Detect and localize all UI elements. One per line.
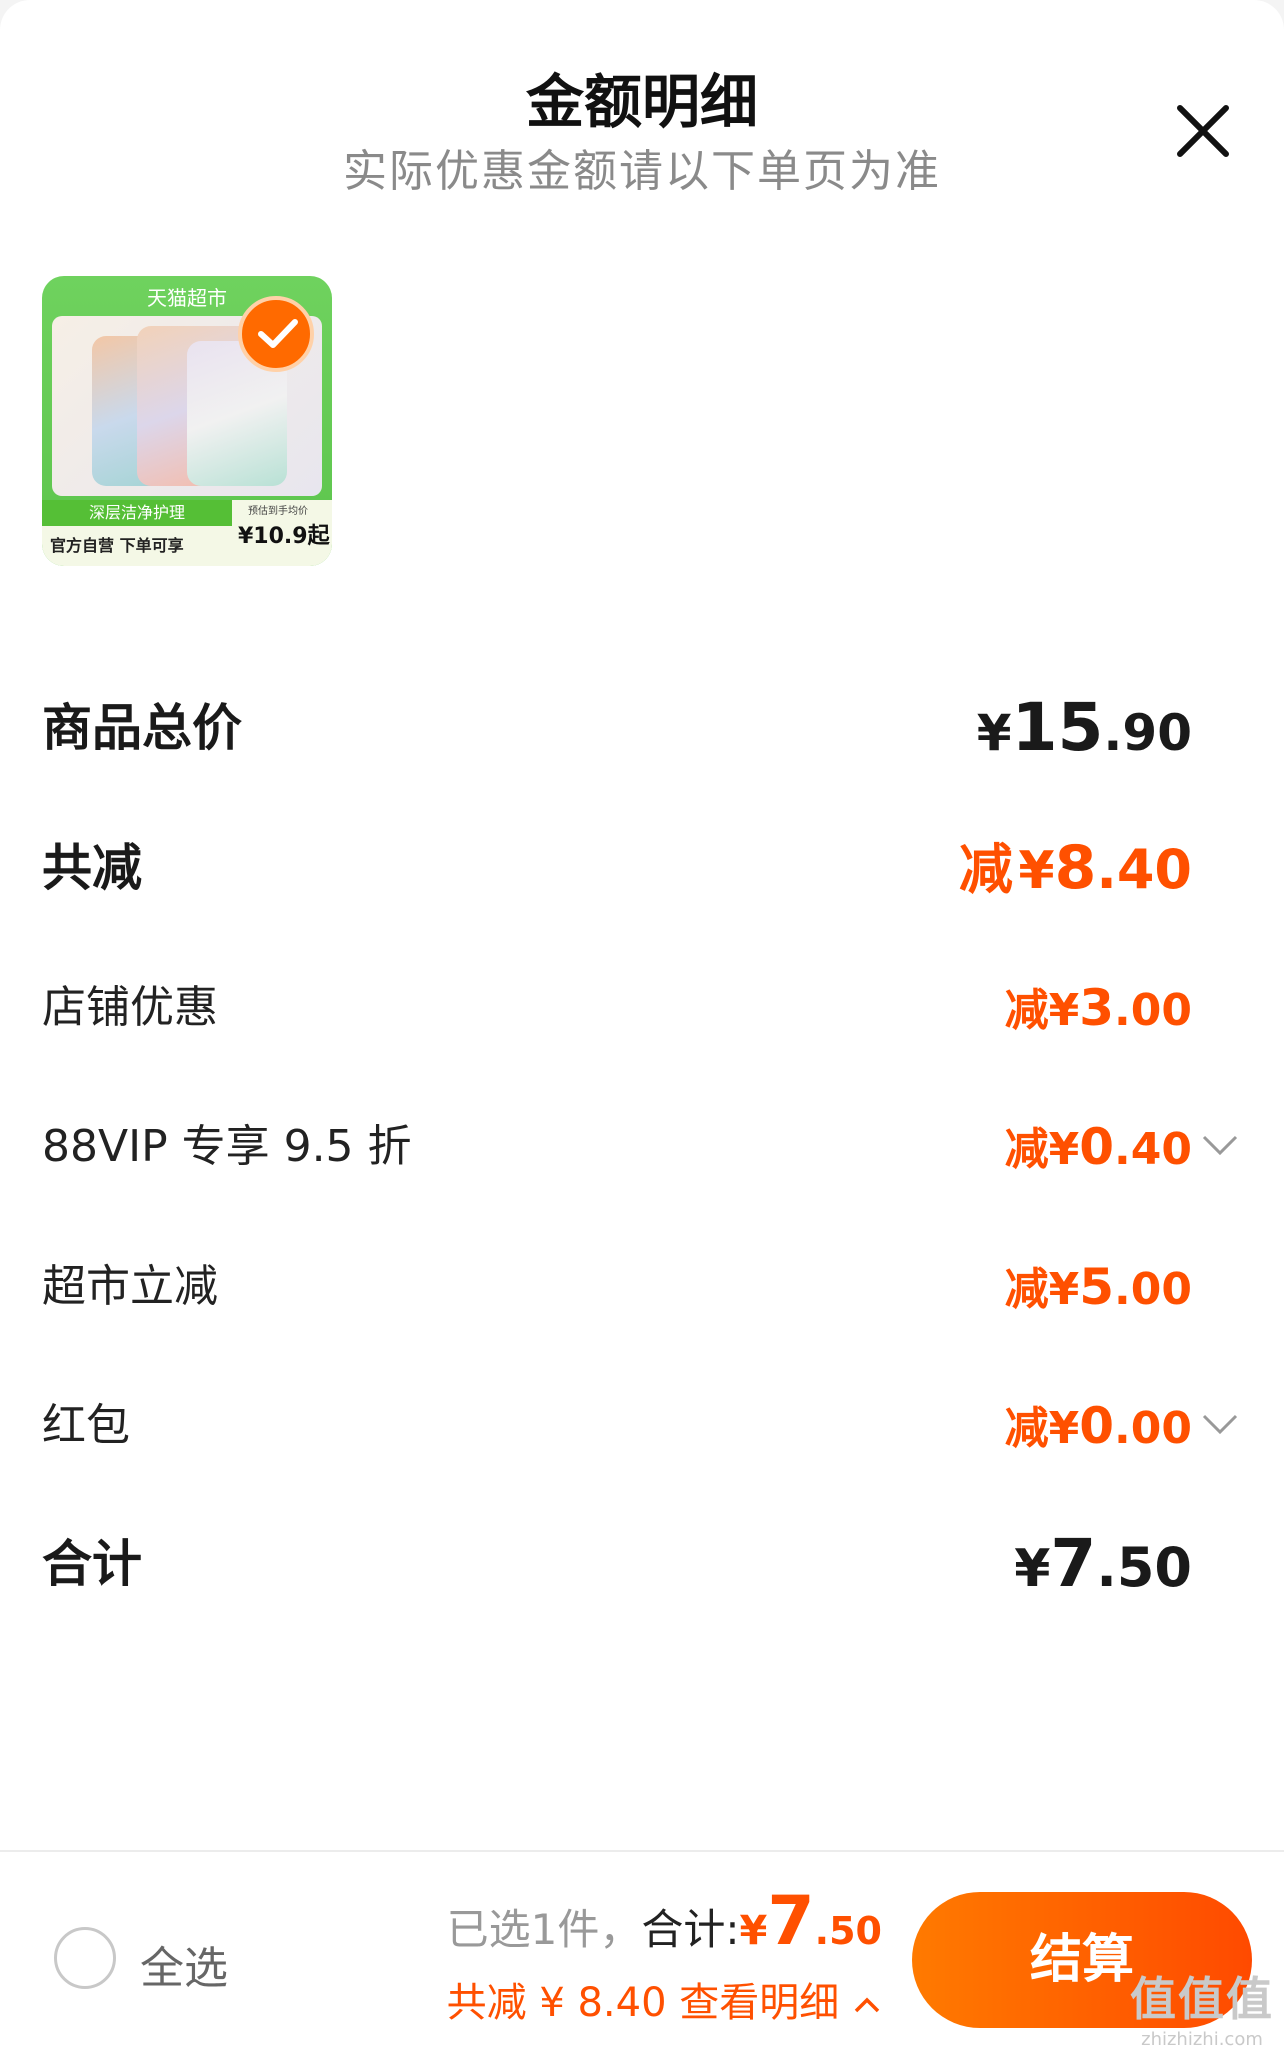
row-amount: 减 ¥8.40 xyxy=(958,833,1192,903)
discount-summary: 共减 ¥ 8.40 xyxy=(446,1980,667,2026)
product-thumbnail[interactable]: 天猫超市 深层洁净护理 官方自营 下单可享 预估到手均价 ¥10.9起 xyxy=(42,276,332,566)
row-88vip-discount[interactable]: 88VIP 专享 9.5 折 减¥0.40 xyxy=(42,1097,1238,1197)
view-detail-link[interactable]: 共减 ¥ 8.40 查看明细 xyxy=(447,1970,882,2028)
row-red-packet[interactable]: 红包 减¥0.00 xyxy=(42,1376,1238,1476)
chevron-down-icon[interactable] xyxy=(1200,1131,1240,1159)
row-amount: 减¥0.40 xyxy=(1004,1118,1192,1176)
total-label: 合计: xyxy=(641,1905,740,1954)
row-label: 店铺优惠 xyxy=(42,982,218,1033)
row-store-discount: 店铺优惠 减¥3.00 xyxy=(42,958,1192,1058)
row-supermarket-discount: 超市立减 减¥5.00 xyxy=(42,1237,1192,1337)
checkout-bar: 全选 已选1件，合计:¥7.50 共减 ¥ 8.40 查看明细 结算 值值值 z… xyxy=(0,1850,1284,2064)
watermark: 值值值 zhizhizhi.com xyxy=(1130,1972,1274,2050)
total-amount-int: 7 xyxy=(767,1882,815,1961)
view-detail-label: 查看明细 xyxy=(679,1980,840,2026)
row-amount: 减¥3.00 xyxy=(1004,979,1192,1037)
row-label: 商品总价 xyxy=(42,699,242,757)
product-price: ¥10.9起 xyxy=(238,524,330,549)
amount-detail-sheet: 金额明细 实际优惠金额请以下单页为准 天猫超市 深层洁净护理 官方自营 下单可享… xyxy=(0,0,1284,2062)
row-label: 红包 xyxy=(42,1400,130,1451)
row-amount: ¥15.90 xyxy=(976,689,1192,766)
close-icon[interactable] xyxy=(1172,100,1234,162)
row-grand-total: 合计 ¥7.50 xyxy=(42,1514,1192,1614)
chevron-up-icon xyxy=(854,1997,880,2013)
select-all-radio[interactable] xyxy=(54,1927,116,1989)
checkmark-icon xyxy=(258,319,298,348)
row-label: 超市立减 xyxy=(42,1261,218,1312)
select-all-label[interactable]: 全选 xyxy=(140,1932,228,1996)
product-service-text: 官方自营 下单可享 xyxy=(50,536,184,555)
row-total-price: 商品总价 ¥15.90 xyxy=(42,678,1192,778)
product-info-strip: 深层洁净护理 官方自营 下单可享 预估到手均价 ¥10.9起 xyxy=(42,500,332,566)
row-amount: 减¥5.00 xyxy=(1004,1258,1192,1316)
row-amount: ¥7.50 xyxy=(1014,1525,1192,1602)
row-total-discount: 共减 减 ¥8.40 xyxy=(42,818,1192,918)
selected-check-badge[interactable] xyxy=(238,296,314,372)
selected-count: 已选1件， xyxy=(446,1905,642,1954)
sheet-title: 金额明细 xyxy=(525,68,758,136)
row-label: 共减 xyxy=(42,839,142,897)
product-price-note: 预估到手均价 xyxy=(248,506,308,517)
sheet-subtitle: 实际优惠金额请以下单页为准 xyxy=(343,146,941,197)
row-amount: 减¥0.00 xyxy=(1004,1397,1192,1455)
row-label: 合计 xyxy=(42,1535,142,1593)
product-tag: 深层洁净护理 xyxy=(42,500,232,526)
chevron-down-icon[interactable] xyxy=(1200,1410,1240,1438)
row-label: 88VIP 专享 9.5 折 xyxy=(42,1121,412,1172)
selected-summary: 已选1件，合计:¥7.50 xyxy=(446,1882,882,1961)
total-amount-dec: .50 xyxy=(814,1909,882,1953)
